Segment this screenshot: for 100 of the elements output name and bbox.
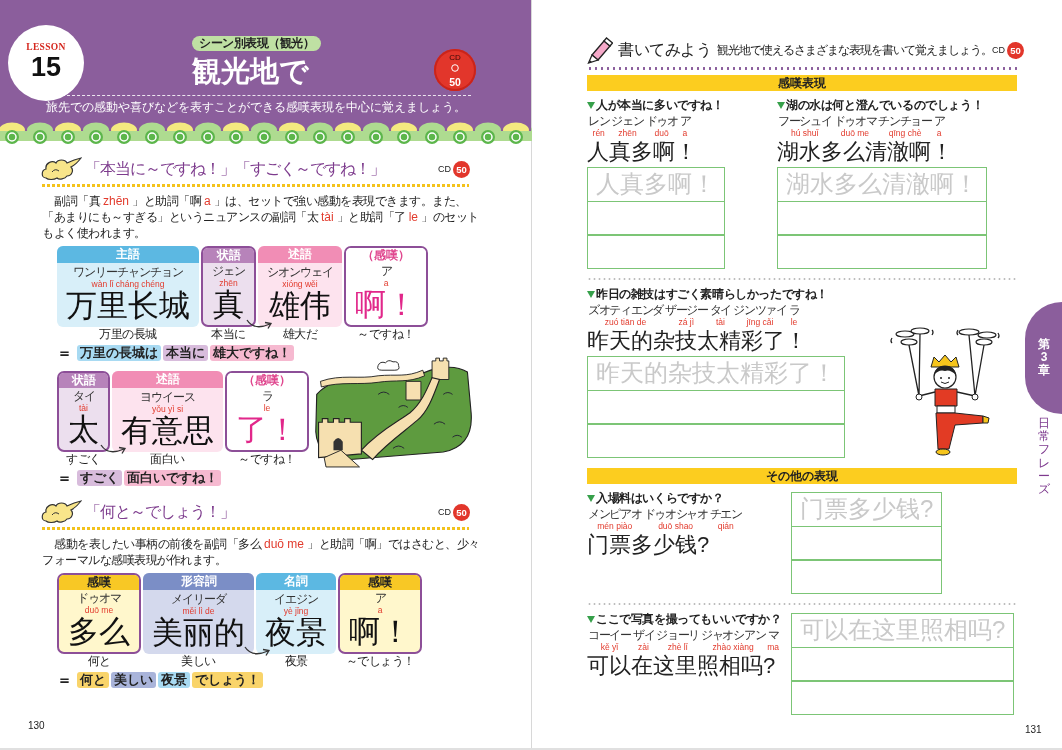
- katakana-reading: ジャオシアン: [701, 629, 766, 642]
- pinyin-reading: qián: [717, 521, 734, 531]
- pencil-icon: [587, 36, 613, 64]
- chinese-word: 太: [68, 413, 99, 447]
- grammar-role-label: 形容詞: [143, 573, 254, 590]
- katakana-reading: フーシュイ: [778, 115, 832, 128]
- grammar-role-label: 感嘆: [340, 575, 420, 590]
- cloud-icon: [40, 500, 82, 524]
- katakana-reading: ジョーリ: [656, 629, 700, 642]
- explanation-text: 副詞「真 zhēn 」と助詞「啊 a 」は、セットで強い感動を表現できます。また、「あまりにも～すぎる」というニュアンスの副詞「太 tài 」と助詞「了 le 」のセットもよく使われます。: [42, 193, 480, 241]
- chinese-sentence: 湖水多么清澈啊！: [777, 138, 953, 166]
- pinyin-reading: zá jì: [678, 317, 695, 327]
- lesson-title: 観光地で: [192, 55, 309, 87]
- pinyin-reading: a: [682, 128, 688, 138]
- grammar-role-label: 状語: [59, 373, 108, 388]
- katakana-reading: ア: [679, 115, 691, 128]
- lesson-label: LESSON: [26, 41, 66, 53]
- pinyin-reading: mén piào: [597, 521, 633, 531]
- katakana-reading: ジンツァイ: [733, 304, 787, 317]
- equals-sign: ＝: [57, 345, 72, 361]
- chinese-word: 啊！: [355, 288, 417, 322]
- pinyin-reading: tài: [79, 403, 88, 413]
- translation-segment: 美しい: [111, 672, 156, 688]
- pinyin-reading: duō me: [840, 128, 870, 138]
- cd-label: CD: [438, 507, 451, 517]
- section-heading: 「何と～でしょう！」: [85, 502, 235, 522]
- chinese-word: 有意思: [121, 414, 214, 448]
- katakana-reading: ドゥオマ: [833, 115, 877, 128]
- pinyin-reading: xióng wěi: [282, 279, 318, 289]
- katakana-reading: ジェン: [611, 115, 644, 128]
- triangle-bullet-icon: [777, 102, 785, 109]
- explanation-text: 感動を表したい事柄の前後を副詞「多么 duō me 」と助詞「啊」ではさむと、少々フォーマルな感嘆表現が作れます。: [42, 536, 481, 568]
- chinese-sentence: 门票多少钱?: [587, 531, 710, 559]
- grammar-role-label: 述語: [112, 371, 223, 388]
- disc-hole-icon: [451, 64, 459, 72]
- katakana-reading: ラ: [788, 304, 800, 317]
- pinyin-reading: zuó tiān de: [604, 317, 647, 327]
- japanese-prompt: 人が本当に多いですね！: [596, 98, 724, 113]
- katakana-reading: ワンリーチャンチョン: [73, 266, 183, 279]
- equals-sign: ＝: [57, 672, 72, 688]
- pinyin-reading: zhào xiàng: [712, 642, 754, 652]
- japanese-gloss: すごく: [66, 452, 101, 466]
- pinyin-reading: wàn lǐ cháng chéng: [91, 279, 165, 289]
- chinese-sentence: 可以在这里照相吗?: [587, 652, 776, 680]
- katakana-reading: ラ: [261, 390, 273, 403]
- japanese-gloss: ～ですね！: [238, 452, 296, 466]
- pinyin-reading: rén: [592, 128, 605, 138]
- translation-segment: でしょう！: [192, 672, 263, 688]
- chinese-sentence: 昨天的杂技太精彩了！: [587, 327, 807, 355]
- chinese-word: 多么: [68, 615, 130, 649]
- katakana-reading: タイ: [72, 390, 95, 403]
- cd-label: CD: [992, 45, 1005, 55]
- translation-segment: 本当に: [163, 345, 208, 361]
- japanese-prompt: 入場料はいくらですか？: [596, 491, 724, 506]
- katakana-reading: イエジン: [274, 593, 318, 606]
- katakana-reading: コーイー: [588, 629, 631, 642]
- katakana-reading: レン: [588, 115, 610, 128]
- grammar-role-label: （感嘆）: [346, 248, 426, 263]
- japanese-gloss: 面白い: [150, 452, 185, 466]
- chapter-title: 日常フレーズ: [1037, 417, 1050, 497]
- cloud-icon: [40, 157, 82, 181]
- japanese-gloss: 雄大だ: [282, 327, 318, 341]
- cd-label: CD: [438, 164, 451, 174]
- exercise-title: 書いてみよう: [618, 40, 711, 60]
- section-heading-bar: その他の表現: [587, 468, 1017, 484]
- track-badge: 50: [1007, 41, 1024, 59]
- katakana-reading: ズオティエンダ: [588, 304, 663, 317]
- pinyin-reading: zài: [638, 642, 649, 652]
- pinyin-reading: duō me: [84, 605, 114, 615]
- japanese-gloss: 美しい: [181, 654, 216, 668]
- japanese-gloss: 何と: [87, 654, 111, 668]
- japanese-gloss: 本当に: [211, 327, 246, 341]
- translation-segment: 万里の長城は: [77, 345, 161, 361]
- japanese-gloss: ～ですね！: [357, 327, 415, 341]
- katakana-reading: チエン: [709, 508, 742, 521]
- katakana-reading: ア: [933, 115, 945, 128]
- category-tag: シーン別表現（観光）: [192, 36, 321, 51]
- katakana-reading: ア: [374, 592, 386, 605]
- katakana-reading: メイリーダ: [171, 593, 226, 606]
- translation-segment: すごく: [77, 470, 122, 486]
- pinyin-reading: jīng cǎi: [746, 317, 774, 327]
- chinese-word: 啊！: [349, 615, 411, 649]
- katakana-reading: シオンウェイ: [267, 266, 333, 279]
- triangle-bullet-icon: [587, 102, 595, 109]
- katakana-reading: ドゥオマ: [77, 592, 121, 605]
- pinyin-reading: zhēn: [219, 278, 238, 288]
- grammar-role-label: 述語: [258, 246, 342, 263]
- katakana-reading: メンピアオ: [588, 508, 642, 521]
- katakana-reading: ヨウイース: [140, 391, 195, 404]
- track-number: 50: [449, 76, 461, 88]
- grammar-role-label: 名詞: [256, 573, 336, 590]
- lesson-number: 15: [30, 52, 61, 81]
- katakana-reading: ドゥオ: [645, 115, 678, 128]
- exercise-instruction: 観光地で使えるさまざまな表現を書いて覚えましょう。: [717, 43, 992, 57]
- katakana-reading: タイ: [709, 304, 732, 317]
- katakana-reading: ザージー: [664, 304, 708, 317]
- chinese-word: 夜景: [265, 616, 327, 650]
- japanese-prompt: ここで写真を撮ってもいいですか？: [596, 612, 782, 627]
- pinyin-reading: duō: [654, 128, 669, 138]
- katakana-reading: マ: [767, 629, 779, 642]
